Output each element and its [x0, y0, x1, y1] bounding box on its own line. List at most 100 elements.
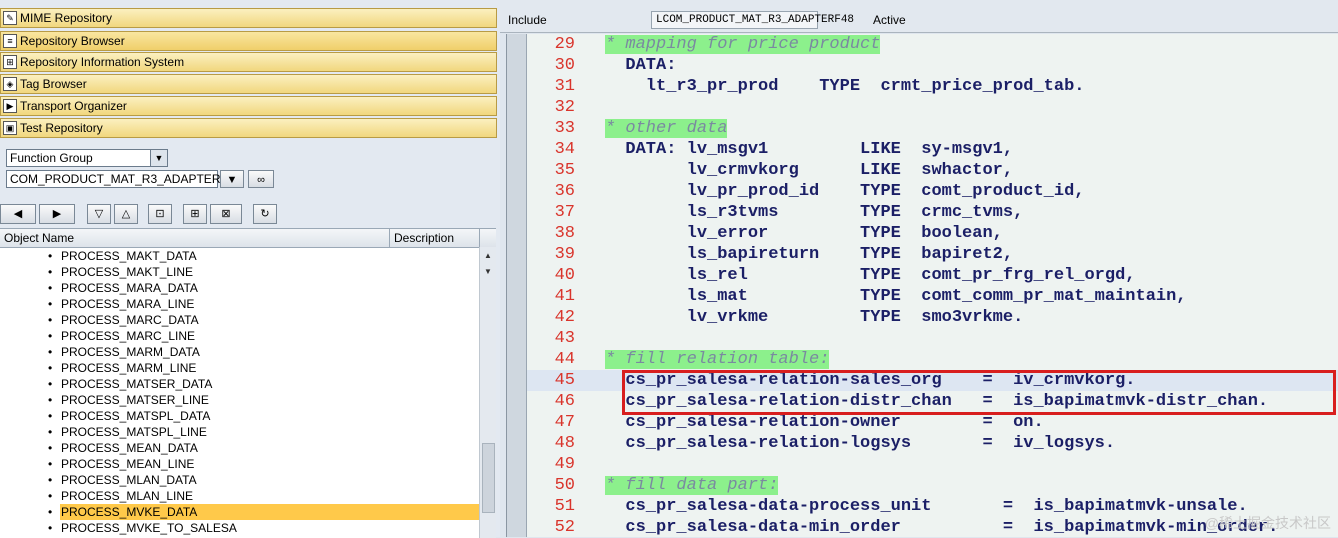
code-line[interactable]: 32: [527, 97, 1338, 118]
tree-item[interactable]: • PROCESS_MARC_DATA: [0, 312, 496, 328]
tree-item[interactable]: • PROCESS_MEAN_DATA: [0, 440, 496, 456]
code-text: lv_pr_prod_id TYPE comt_product_id,: [605, 182, 1085, 201]
line-number: 44: [554, 350, 575, 369]
code-text: DATA:: [605, 56, 677, 75]
tree-scrollbar[interactable]: ▲ ▼: [479, 247, 496, 538]
code-text: ls_r3tvms TYPE crmc_tvms,: [605, 203, 1024, 222]
tree-item[interactable]: • PROCESS_MLAN_DATA: [0, 472, 496, 488]
include-name-field: LCOM_PRODUCT_MAT_R3_ADAPTERF48: [651, 11, 854, 29]
line-number: 45: [554, 371, 575, 390]
dropdown-button[interactable]: ▼: [220, 170, 244, 188]
find-button[interactable]: ⊡: [148, 204, 172, 224]
tree-item[interactable]: • PROCESS_MATSPL_LINE: [0, 424, 496, 440]
mime-icon: ✎: [3, 11, 17, 25]
line-number: 30: [554, 56, 575, 75]
code-line[interactable]: 42 lv_vrkme TYPE smo3vrkme.: [527, 307, 1338, 328]
tree-item[interactable]: • PROCESS_MARM_LINE: [0, 360, 496, 376]
code-line[interactable]: 47 cs_pr_salesa-relation-owner = on.: [527, 412, 1338, 433]
truck-icon: ▶: [3, 99, 17, 113]
bullet-icon: •: [48, 281, 53, 295]
tree-item[interactable]: • PROCESS_MAKT_DATA: [0, 248, 496, 264]
scroll-thumb[interactable]: [482, 443, 495, 513]
tree-item[interactable]: • PROCESS_MARA_LINE: [0, 296, 496, 312]
hierarchy-button[interactable]: ⊞: [183, 204, 207, 224]
tree-item[interactable]: • PROCESS_MARC_LINE: [0, 328, 496, 344]
tree-item-label: PROCESS_MARC_LINE: [61, 329, 196, 343]
chevron-down-icon[interactable]: ▼: [150, 150, 167, 166]
scroll-up-icon[interactable]: ▲: [480, 249, 496, 263]
code-line[interactable]: 41 ls_mat TYPE comt_comm_pr_mat_maintain…: [527, 286, 1338, 307]
line-number: 37: [554, 203, 575, 222]
bullet-icon: •: [48, 489, 53, 503]
line-number: 46: [554, 392, 575, 411]
scroll-down-icon[interactable]: ▼: [480, 265, 496, 279]
code-line[interactable]: 30 DATA:: [527, 55, 1338, 76]
tree-item[interactable]: • PROCESS_MLAN_LINE: [0, 488, 496, 504]
expand-button[interactable]: ▽: [87, 204, 111, 224]
nav-test-repository[interactable]: ▣ Test Repository: [0, 118, 497, 138]
tree-item[interactable]: • PROCESS_MAKT_LINE: [0, 264, 496, 280]
code-line[interactable]: 39 ls_bapireturn TYPE bapiret2,: [527, 244, 1338, 265]
tree-item-label: PROCESS_MATSPL_DATA: [61, 409, 211, 423]
code-text: * other data: [605, 119, 728, 138]
bullet-icon: •: [48, 505, 53, 519]
tree-item[interactable]: • PROCESS_MVKE_TO_SALESA: [0, 520, 496, 536]
line-number: 43: [554, 329, 575, 348]
collapse-button[interactable]: △: [114, 204, 138, 224]
tree-item[interactable]: • PROCESS_MATSPL_DATA: [0, 408, 496, 424]
refresh-button[interactable]: ↻: [253, 204, 277, 224]
tree-item-label: PROCESS_MARC_DATA: [61, 313, 199, 327]
line-number: 29: [554, 35, 575, 54]
tree-item-label: PROCESS_MLAN_LINE: [61, 489, 194, 503]
tree-item-label: PROCESS_MATSER_DATA: [61, 377, 213, 391]
tree-item[interactable]: • PROCESS_MATSER_LINE: [0, 392, 496, 408]
nav-repository-browser[interactable]: ≡ Repository Browser: [0, 31, 497, 51]
code-line[interactable]: 49: [527, 454, 1338, 475]
tree-item[interactable]: • PROCESS_MEAN_LINE: [0, 456, 496, 472]
tree-item-label: PROCESS_MARA_DATA: [61, 281, 198, 295]
object-tree: Object Name Description • PROCESS_MAKT_DA…: [0, 228, 496, 538]
object-type-select[interactable]: Function Group ▼: [6, 149, 168, 167]
code-area[interactable]: 29 * mapping for price product 30 DATA: 31 …: [527, 34, 1338, 537]
settings-menu-button[interactable]: ⊠: [210, 204, 242, 224]
code-line[interactable]: 48 cs_pr_salesa-relation-logsys = iv_log…: [527, 433, 1338, 454]
line-number: 40: [554, 266, 575, 285]
watermark: @稀土掘金技术社区: [1204, 515, 1331, 531]
code-editor[interactable]: 29 * mapping for price product 30 DATA: 31 …: [506, 34, 1338, 537]
object-name-input[interactable]: COM_PRODUCT_MAT_R3_ADAPTER: [6, 170, 220, 188]
bullet-icon: •: [48, 393, 53, 407]
line-number: 31: [554, 77, 575, 96]
tree-item[interactable]: • PROCESS_MVKE_DATA: [0, 504, 496, 520]
code-line[interactable]: 37 ls_r3tvms TYPE crmc_tvms,: [527, 202, 1338, 223]
tree-item-label: PROCESS_MARM_DATA: [61, 345, 200, 359]
nav-repository-info-system[interactable]: ⊞ Repository Information System: [0, 52, 497, 72]
tree-item[interactable]: • PROCESS_MARM_DATA: [0, 344, 496, 360]
code-line[interactable]: 44 * fill relation table:: [527, 349, 1338, 370]
bullet-icon: •: [48, 361, 53, 375]
nav-mime-repository[interactable]: ✎ MIME Repository: [0, 8, 497, 28]
collapse-icon: △: [121, 208, 131, 220]
code-line[interactable]: 38 lv_error TYPE boolean,: [527, 223, 1338, 244]
tree-item[interactable]: • PROCESS_MARA_DATA: [0, 280, 496, 296]
code-text: * mapping for price product: [605, 35, 881, 54]
code-line[interactable]: 50 * fill data part:: [527, 475, 1338, 496]
code-line[interactable]: 33 * other data: [527, 118, 1338, 139]
code-line[interactable]: 29 * mapping for price product: [527, 34, 1338, 55]
tree-header: Object Name Description: [0, 229, 496, 248]
code-line[interactable]: 40 ls_rel TYPE comt_pr_frg_rel_orgd,: [527, 265, 1338, 286]
col-description[interactable]: Description: [390, 229, 480, 247]
back-button[interactable]: ◀: [0, 204, 36, 224]
tree-item-label: PROCESS_MEAN_DATA: [61, 441, 198, 455]
tree-item[interactable]: • PROCESS_MATSER_DATA: [0, 376, 496, 392]
code-line[interactable]: 43: [527, 328, 1338, 349]
nav-transport-organizer[interactable]: ▶ Transport Organizer: [0, 96, 497, 116]
nav-tag-browser[interactable]: ◈ Tag Browser: [0, 74, 497, 94]
display-button[interactable]: ∞: [248, 170, 274, 188]
forward-button[interactable]: ▶: [39, 204, 75, 224]
code-line[interactable]: 31 lt_r3_pr_prod TYPE crmt_price_prod_ta…: [527, 76, 1338, 97]
code-line[interactable]: 34 DATA: lv_msgv1 LIKE sy-msgv1,: [527, 139, 1338, 160]
col-object-name[interactable]: Object Name: [0, 229, 390, 247]
bullet-icon: •: [48, 329, 53, 343]
code-line[interactable]: 35 lv_crmvkorg LIKE swhactor,: [527, 160, 1338, 181]
code-line[interactable]: 36 lv_pr_prod_id TYPE comt_product_id,: [527, 181, 1338, 202]
